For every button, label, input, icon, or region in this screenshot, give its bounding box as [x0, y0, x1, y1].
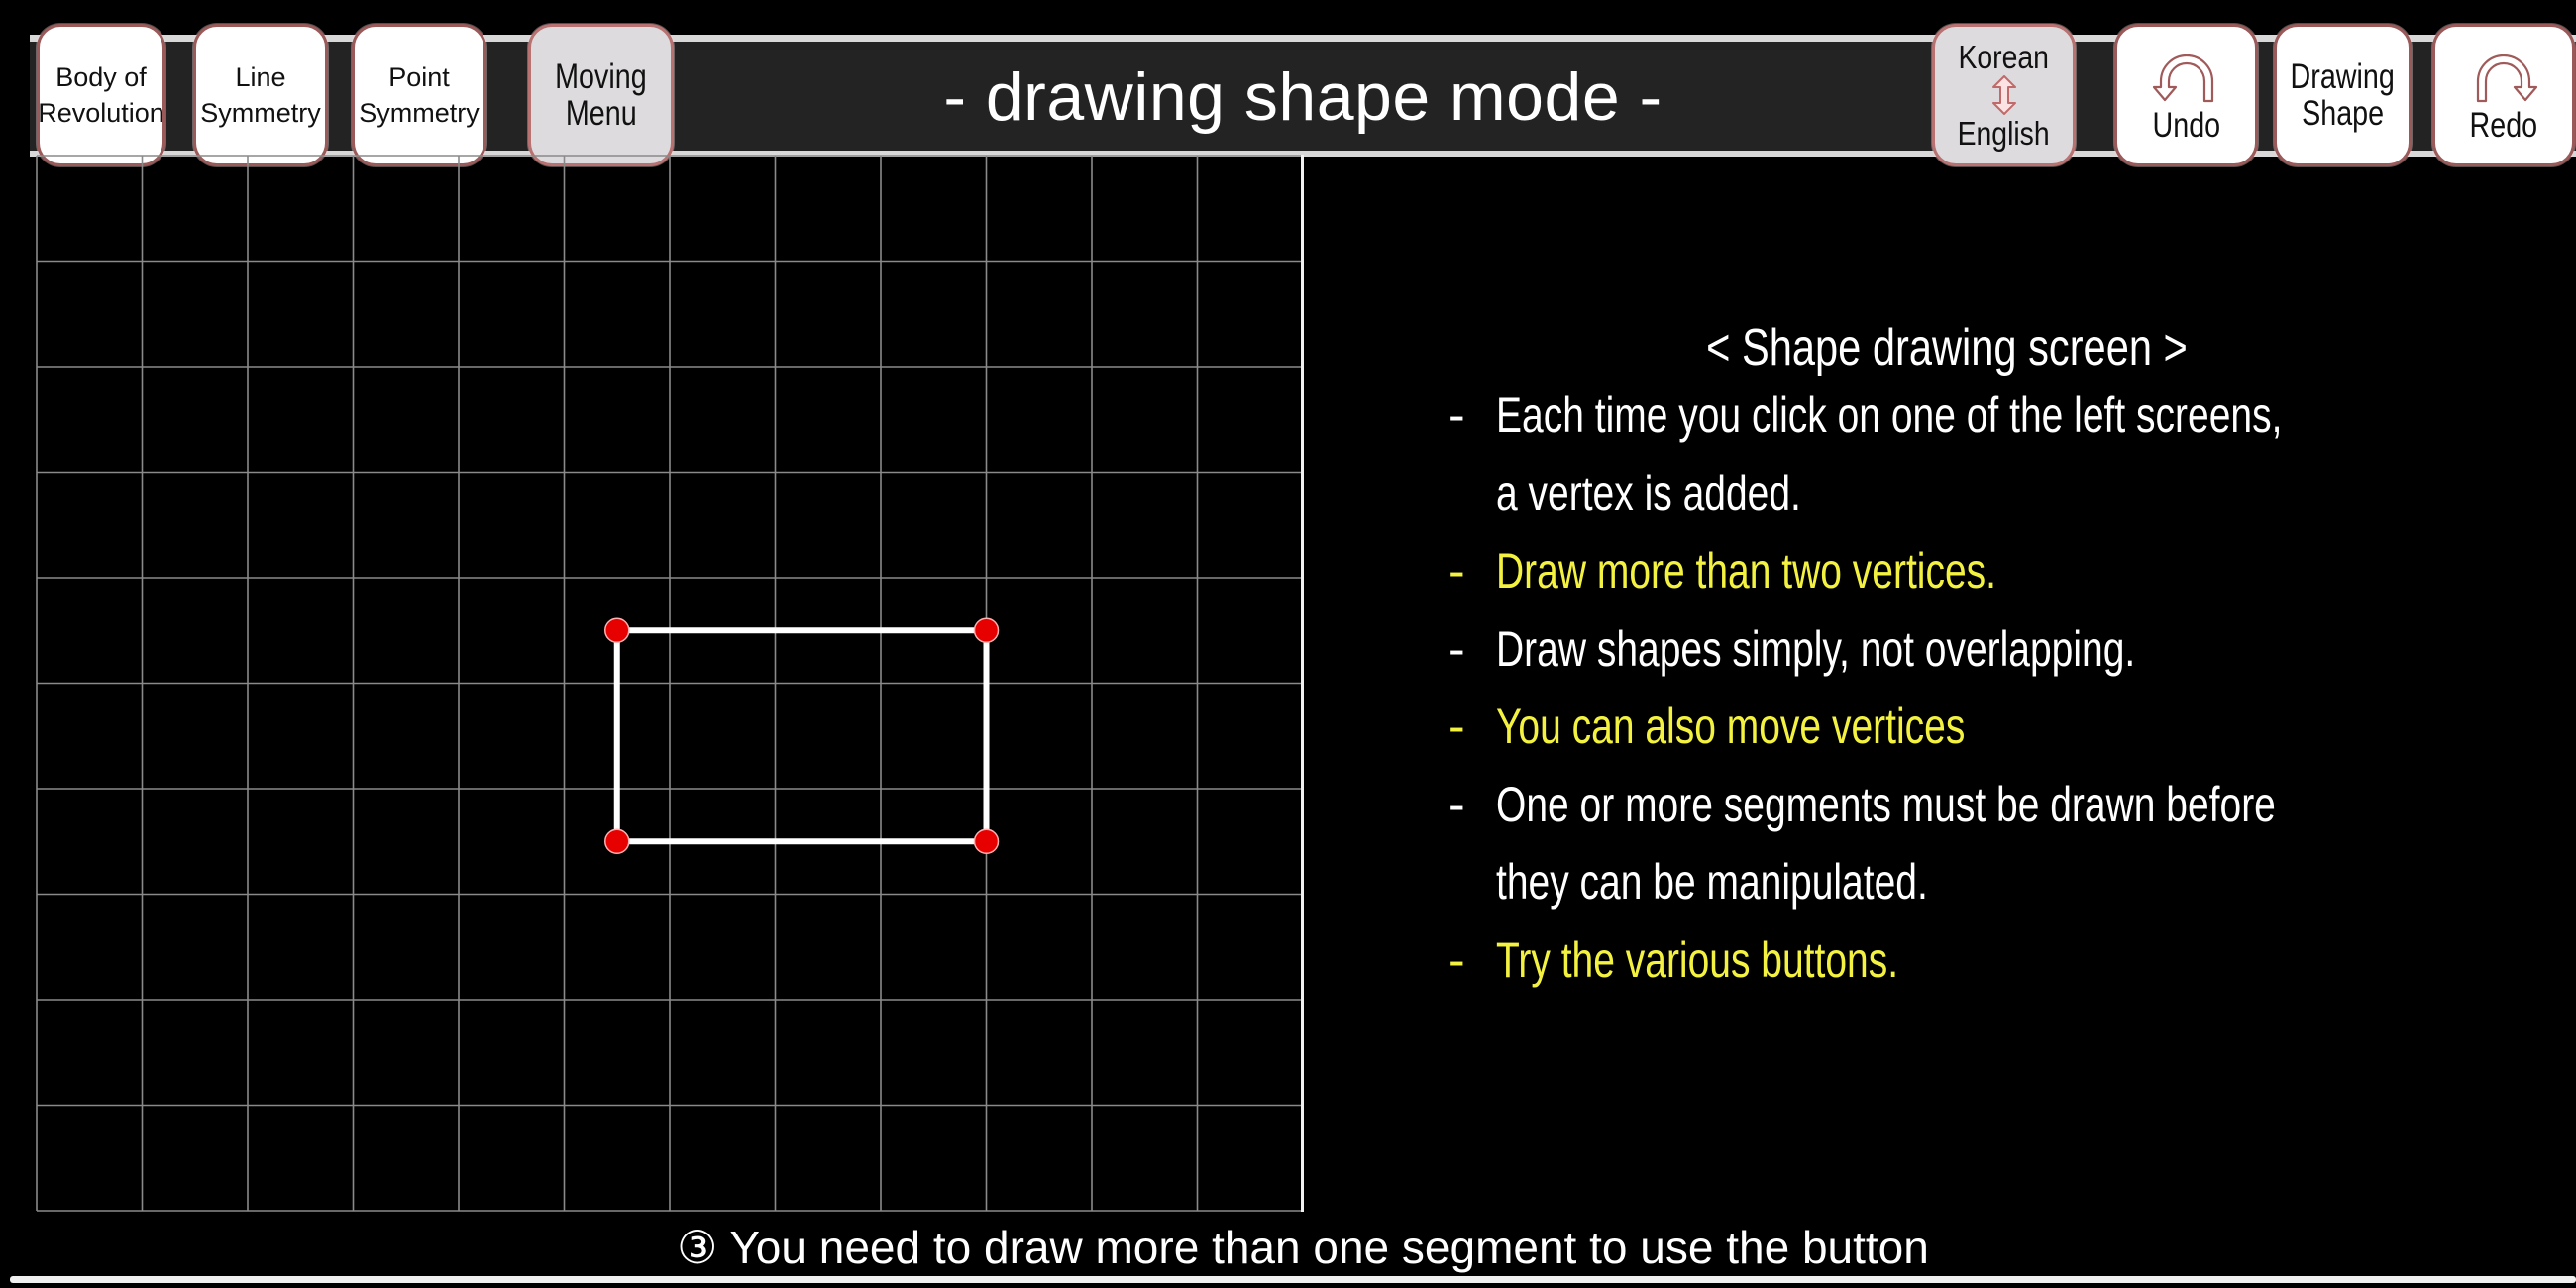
instruction-dash: - [1449, 543, 1465, 598]
button-label: Point [388, 62, 450, 92]
language-toggle-button[interactable]: Korean English [1932, 24, 2076, 166]
undo-arc-arrow-icon [2152, 54, 2213, 102]
mode-title: - drawing shape mode - [943, 59, 1663, 135]
shape-vertex[interactable] [973, 617, 1000, 643]
instruction-text: Each time you click on one of the left s… [1496, 387, 2283, 443]
line-symmetry-button[interactable]: Line Symmetry [193, 24, 328, 166]
language-english-label: English [1957, 115, 2051, 152]
button-label: Revolution [38, 98, 164, 128]
language-korean-label: Korean [1958, 39, 2050, 75]
instruction-dash: - [1449, 776, 1465, 832]
undo-button[interactable]: Undo [2114, 24, 2258, 166]
instructions-title: < Shape drawing screen > [1706, 319, 2188, 376]
instruction-text: Draw more than two vertices. [1496, 543, 1997, 598]
instruction-dash: - [1449, 931, 1465, 988]
shape-vertex[interactable] [604, 828, 630, 854]
shape-vertex[interactable] [604, 617, 630, 643]
button-label: Menu [565, 94, 637, 133]
button-label: Moving [555, 57, 647, 96]
button-label: Symmetry [200, 98, 321, 128]
up-down-arrow-icon [1991, 75, 2016, 115]
body-of-revolution-button[interactable]: Body of Revolution [37, 24, 165, 166]
button-label: Drawing [2290, 57, 2396, 96]
drawing-shape-button[interactable]: Drawing Shape [2274, 24, 2412, 166]
grid-svg [36, 155, 1304, 1212]
undo-label: Undo [2152, 105, 2220, 145]
instruction-text: Draw shapes simply, not overlapping. [1496, 620, 2136, 677]
bottom-caption: ③ You need to draw more than one segment… [677, 1222, 1929, 1273]
instruction-text: they can be manipulated. [1496, 854, 1928, 910]
instruction-text: Try the various buttons. [1496, 931, 1899, 988]
drawing-canvas[interactable] [36, 155, 1304, 1212]
redo-arc-arrow-icon [2476, 54, 2538, 102]
redo-button[interactable]: Redo [2432, 24, 2575, 166]
button-label: Symmetry [359, 98, 480, 128]
redo-label: Redo [2469, 105, 2538, 145]
instruction-text: One or more segments must be drawn befor… [1496, 776, 2276, 832]
button-label: Body of [55, 62, 147, 92]
point-symmetry-button[interactable]: Point Symmetry [352, 24, 486, 166]
button-label: Line [235, 62, 286, 92]
shape-vertex[interactable] [973, 828, 1000, 854]
instruction-text: You can also move vertices [1496, 698, 1966, 754]
button-label: Shape [2302, 94, 2384, 133]
moving-menu-button[interactable]: Moving Menu [528, 24, 674, 166]
canvas-divider [1301, 155, 1304, 1212]
instruction-text: a vertex is added. [1496, 465, 1801, 521]
instruction-dash: - [1449, 698, 1465, 754]
instruction-dash: - [1449, 620, 1465, 677]
instruction-dash: - [1449, 387, 1465, 443]
bottom-bar [10, 1276, 2576, 1283]
